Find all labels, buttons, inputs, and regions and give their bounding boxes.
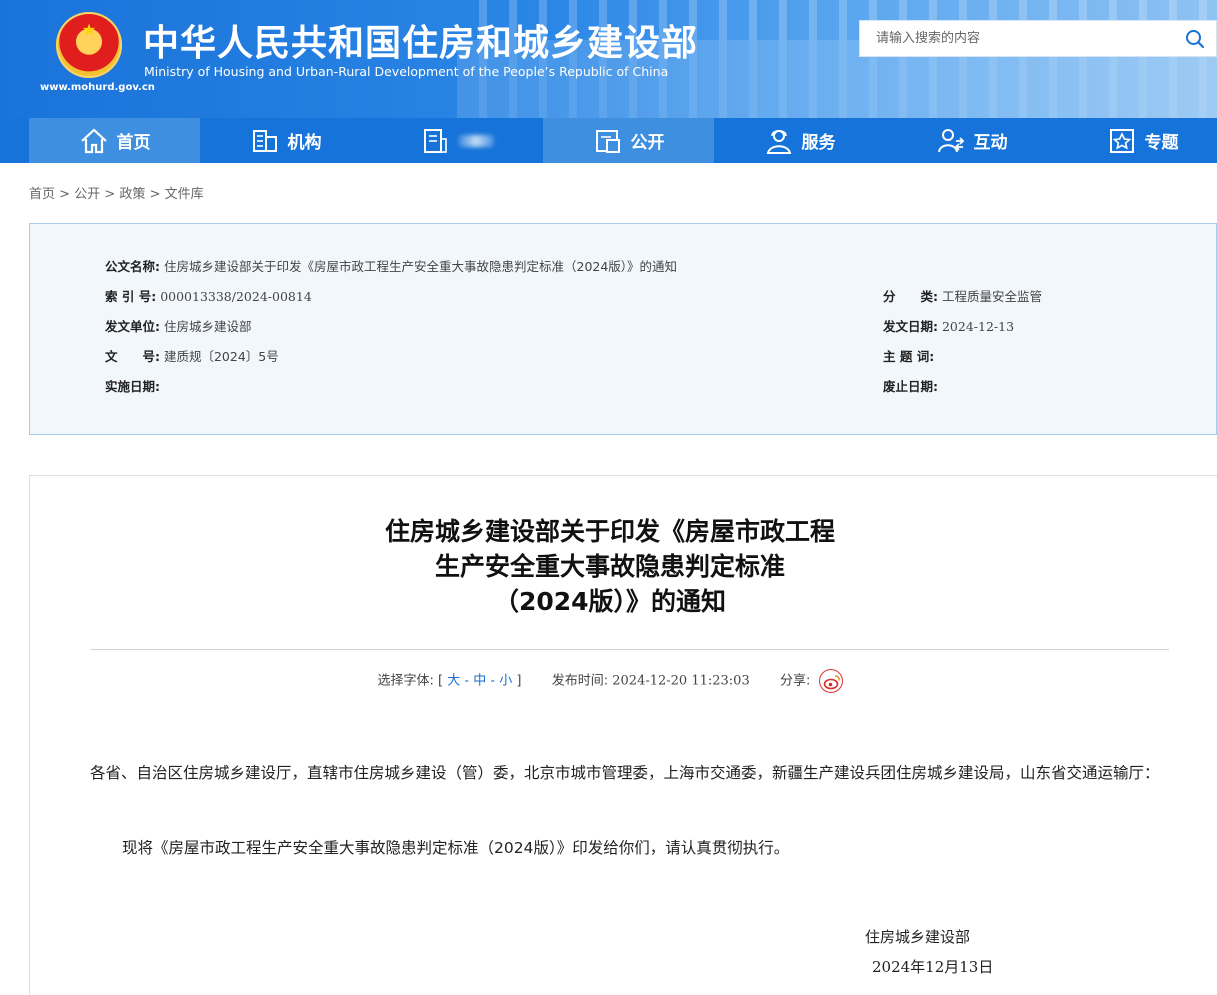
nav-label: 公开 [630,133,665,153]
font-small-link[interactable]: 小 [499,674,512,689]
meta-index: 索 引 号: 000013338/2024-00814 [105,286,312,305]
breadcrumb-separator: > [104,187,116,202]
interaction-icon [937,128,964,152]
signature-date: 2024年12月13日 [872,958,994,976]
meta-effective-date: 实施日期: [105,376,160,395]
search-icon [1186,30,1205,49]
nav-label: 专题 [1144,133,1179,153]
font-size-label: 选择字体: [377,673,434,689]
breadcrumb-public[interactable]: 公开 [74,187,100,202]
font-bracket-open: [ [437,673,444,689]
share-label: 分享: [780,673,811,689]
nav-item-organization[interactable]: 机构 [200,118,371,163]
site-url: www.mohurd.gov.cn [40,82,155,93]
meta-label: 实施日期: [105,379,160,394]
article-title: 住房城乡建设部关于印发《房屋市政工程 生产安全重大事故隐患判定标准 （2024版… [30,514,1190,619]
search-button[interactable] [1184,28,1206,50]
article-body: 住房城乡建设部关于印发《房屋市政工程 生产安全重大事故隐患判定标准 （2024版… [29,475,1217,995]
service-person-icon [766,129,791,154]
site-header: ★ www.mohurd.gov.cn 中华人民共和国住房和城乡建设部 Mini… [0,0,1217,118]
nav-item-service[interactable]: 服务 [714,118,885,163]
meta-value: 2024-12-13 [941,319,1015,334]
nav-item-special[interactable]: 专题 [1057,118,1217,163]
nav-label: 互动 [973,133,1008,153]
title-divider [90,649,1169,650]
article-title-line: （2024版）》的通知 [493,587,727,616]
document-icon [423,128,447,153]
signature-issuer: 住房城乡建设部 [865,928,971,946]
search-box [859,20,1217,57]
meta-doc-number: 文 号: 建质规〔2024〕5号 [105,346,279,365]
meta-issue-date: 发文日期: 2024-12-13 [883,316,1014,335]
meta-value: 住房城乡建设部 [163,319,252,334]
meta-issuer: 发文单位: 住房城乡建设部 [105,316,252,335]
publish-time: 2024-12-20 11:23:03 [612,673,750,689]
nav-label: 服务 [801,133,836,153]
site-subtitle: Ministry of Housing and Urban-Rural Deve… [144,64,669,79]
nav-item-home[interactable]: 首页 [29,118,200,163]
nav-label: 机构 [287,133,322,153]
article-paragraph: 各省、自治区住房城乡建设厅，直辖市住房城乡建设（管）委，北京市城市管理委，上海市… [90,764,1160,782]
font-medium-link[interactable]: 中 [473,674,486,689]
meta-value: 000013338/2024-00814 [160,289,312,304]
weibo-icon [823,675,840,690]
breadcrumb-library[interactable]: 文件库 [165,187,204,202]
breadcrumb-home[interactable]: 首页 [29,187,55,202]
article-title-line: 住房城乡建设部关于印发《房屋市政工程 [384,517,835,546]
font-dash: - [490,673,496,689]
article-toolbar: 选择字体: [ 大 - 中 - 小 ] 发布时间: 2024-12-20 11:… [30,669,1190,693]
nav-item-interaction[interactable]: 互动 [886,118,1057,163]
meta-label: 索 引 号: [105,289,157,304]
font-large-link[interactable]: 大 [447,674,460,689]
main-nav: 首页 机构 公开 服务 互动 专题 [0,118,1217,163]
meta-label: 分 类: [883,289,938,304]
meta-label: 废止日期: [883,379,938,394]
meta-keywords: 主 题 词: [883,346,934,365]
font-bracket-close: ] [516,673,522,689]
meta-label: 发文单位: [105,319,160,334]
meta-category: 分 类: 工程质量安全监管 [883,286,1042,305]
article-title-line: 生产安全重大事故隐患判定标准 [434,552,785,581]
publish-time-label: 发布时间: [551,673,609,689]
nav-label: 首页 [116,133,151,153]
folder-open-icon [595,129,620,153]
weibo-share-button[interactable] [818,669,843,693]
meta-doc-name: 公文名称: 住房城乡建设部关于印发《房屋市政工程生产安全重大事故隐患判定标准（2… [105,256,677,275]
meta-value: 建质规〔2024〕5号 [163,349,279,364]
nav-item-public[interactable]: 公开 [543,118,714,163]
article-paragraph: 现将《房屋市政工程生产安全重大事故隐患判定标准（2024版）》印发给你们，请认真… [122,839,790,857]
meta-value: 住房城乡建设部关于印发《房屋市政工程生产安全重大事故隐患判定标准（2024版）》… [163,259,678,274]
meta-label: 发文日期: [883,319,938,334]
home-icon [80,128,107,153]
building-icon [252,129,277,152]
blurred-nav-label [457,134,494,147]
meta-expiry-date: 废止日期: [883,376,938,395]
document-meta-panel: 公文名称: 住房城乡建设部关于印发《房屋市政工程生产安全重大事故隐患判定标准（2… [29,223,1217,435]
breadcrumb-separator: > [149,187,161,202]
national-emblem-icon: ★ [56,12,122,78]
breadcrumb-policy[interactable]: 政策 [119,187,145,202]
star-box-icon [1109,128,1134,153]
font-dash: - [464,673,470,689]
site-title[interactable]: 中华人民共和国住房和城乡建设部 [143,14,698,66]
breadcrumb-separator: > [59,187,71,202]
meta-label: 文 号: [105,349,160,364]
breadcrumb: 首页 > 公开 > 政策 > 文件库 [29,183,204,202]
nav-item-document[interactable] [371,118,542,163]
meta-value: 工程质量安全监管 [941,289,1042,304]
search-input[interactable] [860,21,1170,56]
meta-label: 公文名称: [105,259,160,274]
meta-label: 主 题 词: [883,349,935,364]
